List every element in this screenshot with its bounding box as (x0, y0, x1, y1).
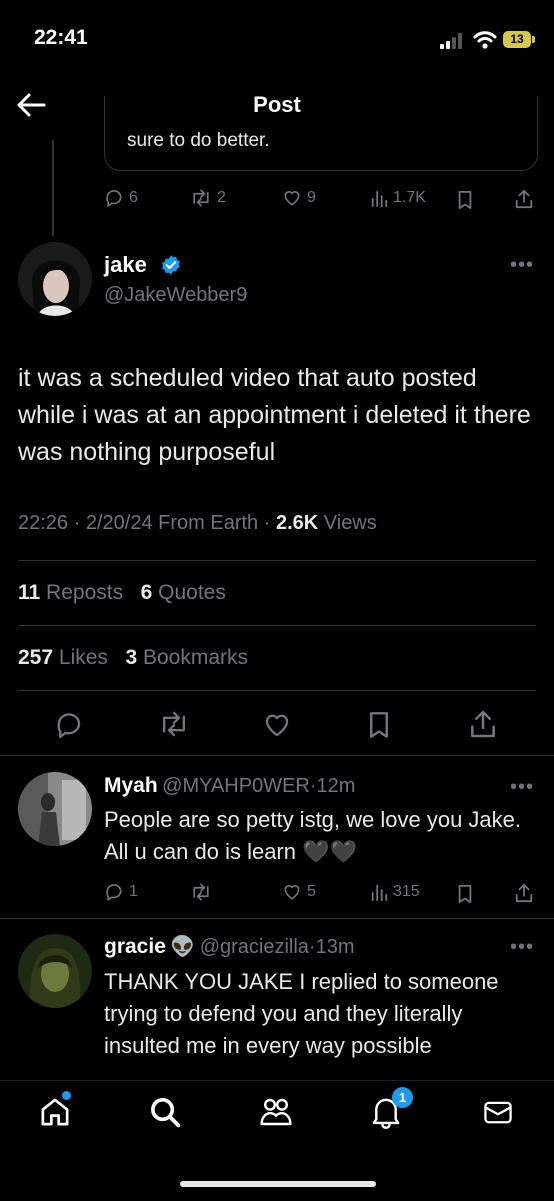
reply-avatar[interactable] (18, 772, 92, 846)
quotes-link[interactable]: 6 Quotes (141, 581, 226, 604)
parent-views-button[interactable]: 1.7K (370, 188, 426, 208)
reply-time: 12m (316, 775, 356, 797)
reply-author-name[interactable]: gracie (104, 935, 166, 958)
parent-like-count: 9 (307, 189, 316, 206)
reply-header: Myah @MYAHP0WER·12m (104, 774, 356, 797)
reply-icon (106, 884, 122, 901)
divider (0, 918, 554, 919)
reply-header: gracie 👽 @graciezilla·13m (104, 935, 355, 958)
parent-repost-button[interactable]: 2 (190, 188, 226, 208)
reply-button[interactable] (54, 710, 84, 740)
reply-bookmark-button[interactable] (456, 884, 474, 904)
reposts-link[interactable]: 11 Reposts (18, 581, 123, 604)
home-tab[interactable] (38, 1091, 72, 1129)
reposts-quotes-stats: 11 Reposts 6 Quotes (18, 581, 226, 605)
author-name[interactable]: jake (104, 252, 147, 278)
reply-author-name[interactable]: Myah (104, 774, 158, 797)
bookmarks-link[interactable]: 3 Bookmarks (125, 646, 248, 669)
like-button[interactable] (262, 710, 292, 740)
tweet-meta: 22:26 · 2/20/24 From Earth · 2.6K Views (18, 512, 377, 534)
likes-bookmarks-stats: 257 Likes 3 Bookmarks (18, 646, 248, 670)
battery-indicator: 13 (503, 31, 531, 48)
reply-avatar[interactable] (18, 934, 92, 1008)
alien-emoji: 👽 (170, 936, 196, 958)
heart-icon (284, 191, 300, 206)
reply-like-count: 5 (307, 883, 316, 900)
reply-reply-count: 1 (129, 883, 138, 900)
divider (0, 755, 554, 756)
author-avatar[interactable] (18, 242, 92, 316)
repost-icon (193, 189, 209, 207)
parent-like-button[interactable]: 9 (282, 188, 316, 208)
tweet-text: it was a scheduled video that auto poste… (18, 364, 531, 466)
reply-author-handle[interactable]: @graciezilla (200, 936, 309, 958)
search-tab[interactable] (148, 1095, 182, 1129)
share-icon (515, 883, 533, 903)
wifi-icon (473, 30, 497, 50)
parent-views-count: 1.7K (393, 189, 426, 206)
parent-tweet-text: sure to do better. (127, 130, 270, 151)
reply-text: THANK YOU JAKE I replied to someone tryi… (104, 969, 499, 1058)
parent-repost-count: 2 (217, 189, 226, 206)
tweet-views-label: Views (323, 512, 377, 534)
bookmark-icon (458, 885, 472, 903)
heart-icon (284, 885, 300, 900)
divider (18, 560, 536, 561)
parent-reply-count: 6 (129, 189, 138, 206)
verified-badge-icon (160, 254, 182, 276)
likes-link[interactable]: 257 Likes (18, 646, 108, 669)
messages-tab[interactable] (482, 1097, 514, 1127)
status-time: 22:41 (34, 26, 88, 49)
reply-share-button[interactable] (514, 882, 534, 904)
author-handle[interactable]: @JakeWebber9 (104, 284, 247, 307)
parent-reply-button[interactable]: 6 (104, 188, 138, 208)
bookmark-button[interactable] (366, 710, 392, 740)
battery-tip (532, 36, 535, 43)
share-button[interactable] (468, 708, 498, 740)
home-indicator (180, 1181, 376, 1187)
cellular-signal-icon (440, 33, 464, 49)
reply-more-options-icon[interactable]: ••• (510, 936, 534, 959)
home-icon (41, 1098, 69, 1126)
repost-icon (193, 883, 209, 901)
heart-icon (265, 714, 289, 737)
mail-icon (484, 1101, 512, 1124)
repost-icon (162, 711, 186, 737)
reply-more-options-icon[interactable]: ••• (510, 776, 534, 799)
share-icon (515, 189, 533, 209)
home-dot (62, 1091, 71, 1100)
views-icon (371, 884, 388, 901)
reply-reply-button[interactable]: 1 (104, 882, 138, 902)
parent-share-button[interactable] (514, 188, 534, 210)
divider (18, 625, 536, 626)
reply-text: People are so petty istg, we love you Ja… (104, 807, 522, 864)
search-icon (151, 1098, 181, 1128)
communities-icon (260, 1098, 292, 1126)
views-icon (371, 190, 388, 207)
reply-repost-button[interactable] (190, 882, 217, 902)
repost-button[interactable] (158, 710, 190, 738)
tweet-date: 2/20/24 (85, 512, 153, 534)
tweet-source: From Earth (158, 512, 259, 534)
reply-views-count: 315 (393, 883, 420, 900)
reply-views-button[interactable]: 315 (370, 882, 420, 902)
more-options-icon[interactable]: ••• (510, 254, 534, 277)
bookmark-icon (369, 712, 389, 738)
parent-bookmark-button[interactable] (456, 190, 474, 210)
tweet-views-count: 2.6K (275, 512, 319, 534)
share-icon (471, 710, 495, 738)
notifications-badge: 1 (392, 1087, 413, 1108)
notifications-tab[interactable]: 1 (370, 1087, 413, 1129)
reply-author-handle[interactable]: @MYAHP0WER (162, 775, 310, 797)
parent-tweet-card[interactable]: sure to do better. (104, 96, 538, 171)
communities-tab[interactable] (258, 1095, 294, 1129)
reply-time: 13m (315, 936, 355, 958)
tweet-time: 22:26 (18, 512, 69, 534)
reply-icon (57, 713, 81, 739)
divider (18, 690, 536, 691)
bookmark-icon (458, 191, 472, 209)
reply-like-button[interactable]: 5 (282, 882, 316, 902)
thread-line (52, 140, 54, 236)
reply-icon (106, 190, 122, 207)
